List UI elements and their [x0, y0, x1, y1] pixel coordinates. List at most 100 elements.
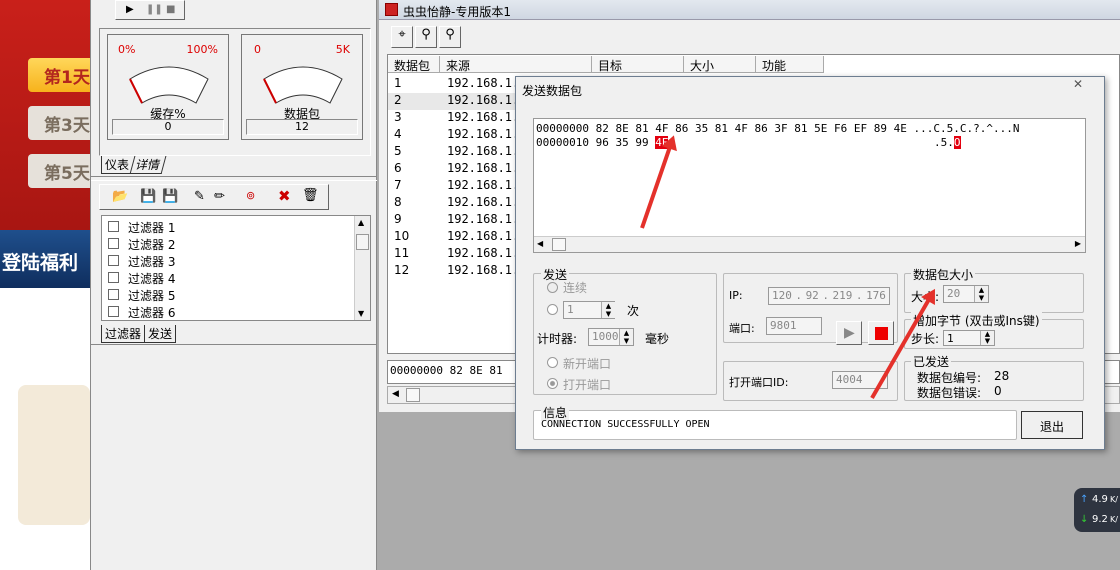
filter-label: 过滤器 3 — [128, 255, 176, 269]
ascii-selected-char[interactable]: O — [953, 136, 961, 149]
filter-checkbox[interactable] — [108, 289, 119, 300]
edit-icon[interactable]: ✎ — [194, 189, 205, 204]
ascii-line-2: .5.O — [934, 136, 961, 149]
filter-checkbox[interactable] — [108, 238, 119, 249]
row-number: 10 — [394, 229, 410, 243]
tab-send[interactable]: 发送 — [144, 325, 177, 343]
filter-item[interactable]: 过滤器 2 — [102, 235, 352, 252]
save-as-icon[interactable]: 💾 — [162, 189, 178, 204]
gauge-max: 5K — [335, 43, 350, 56]
new-port-radio[interactable] — [547, 357, 558, 368]
port-label: 端口: — [729, 322, 755, 335]
filter-item[interactable]: 过滤器 4 — [102, 269, 352, 286]
size-spinner[interactable]: ▲ ▼ — [974, 286, 988, 302]
hex-bytes: 00000010 96 35 99 — [536, 136, 656, 149]
filter-label: 过滤器 6 — [128, 306, 176, 320]
column-header-target[interactable]: 目标 — [592, 56, 684, 73]
open-port-id-label: 打开端口ID: — [729, 376, 789, 389]
timer-unit: 毫秒 — [645, 332, 670, 346]
ip-octet[interactable]: 120 — [772, 289, 792, 303]
gauge-min: 0% — [118, 43, 136, 56]
hex-scrollbar[interactable]: ◀ ▶ — [534, 236, 1085, 252]
open-port-radio[interactable] — [547, 378, 558, 389]
continuous-label: 连续 — [563, 281, 588, 295]
scroll-left-icon[interactable]: ◀ — [537, 239, 543, 248]
filter-item[interactable]: 过滤器 1 — [102, 218, 352, 235]
exit-button[interactable]: 退出 — [1021, 411, 1083, 439]
column-header-function[interactable]: 功能 — [756, 56, 824, 73]
count-radio[interactable] — [547, 304, 558, 315]
scroll-thumb[interactable] — [552, 238, 566, 251]
filter-checkbox[interactable] — [108, 221, 119, 232]
divider — [91, 176, 377, 181]
pause-icon[interactable]: ❚❚ — [146, 4, 163, 15]
row-number: 3 — [394, 110, 402, 124]
filter-item[interactable]: 过滤器 3 — [102, 252, 352, 269]
step-spinner[interactable]: ▲ ▼ — [980, 331, 994, 345]
row-source: 192.168.1. — [447, 178, 520, 192]
row-number: 9 — [394, 212, 402, 226]
gauge-dial-icon — [263, 66, 343, 104]
ip-octet[interactable]: 92 — [806, 289, 819, 303]
ip-input[interactable]: 120. 92. 219. 176 — [768, 287, 890, 305]
filter-checkbox[interactable] — [108, 255, 119, 266]
scroll-thumb[interactable] — [356, 234, 369, 250]
info-text: CONNECTION SUCCESSFULLY OPEN — [541, 419, 710, 430]
tab-filters[interactable]: 过滤器 — [101, 325, 145, 343]
pencil-icon[interactable]: ✏ — [214, 189, 225, 204]
filter-checkbox[interactable] — [108, 306, 119, 317]
hex-editor[interactable]: 00000000 82 8E 81 4F 86 35 81 4F 86 3F 8… — [533, 118, 1086, 253]
top-tabs: 仪表 详情 — [101, 156, 167, 174]
search-icon[interactable]: ⚲ — [415, 26, 437, 48]
trash-icon[interactable]: 🗑 — [302, 188, 319, 203]
scroll-right-icon[interactable]: ▶ — [1075, 239, 1081, 248]
scroll-down-icon[interactable]: ▼ — [358, 309, 364, 318]
port-input[interactable]: 9801 — [766, 317, 822, 335]
sent-label: 已发送 — [911, 353, 952, 370]
window-title: 虫虫怡静-专用版本1 — [403, 5, 511, 19]
capture-icon[interactable]: ⌖ — [391, 26, 413, 48]
upload-arrow-icon: ↑ — [1080, 494, 1089, 505]
on-icon[interactable]: ⊚ — [246, 189, 255, 202]
send-stop-button[interactable] — [868, 321, 894, 345]
step-label: 步长: — [911, 332, 940, 346]
tab-details[interactable]: 详情 — [129, 156, 167, 174]
buffer-gauge: 0% 100% 缓存% 0 — [107, 34, 229, 140]
timer-spinner[interactable]: ▲ ▼ — [619, 329, 633, 345]
column-header-packet[interactable]: 数据包 — [388, 56, 440, 73]
ip-octet[interactable]: 219 — [833, 289, 853, 303]
send-play-button[interactable]: ▶ — [836, 321, 862, 345]
network-speed-widget: ↑ 4.9 K/ ↓ 9.2 K/ — [1074, 488, 1120, 532]
filter-scrollbar[interactable]: ▲ ▼ — [354, 216, 370, 320]
filter-label: 过滤器 4 — [128, 272, 176, 286]
filter-checkbox[interactable] — [108, 272, 119, 283]
download-unit: K/ — [1110, 515, 1118, 524]
column-header-size[interactable]: 大小 — [684, 56, 756, 73]
day-1-card[interactable]: 第1天 — [28, 58, 90, 92]
scroll-thumb[interactable] — [406, 388, 420, 402]
filter-item[interactable]: 过滤器 6 — [102, 303, 352, 320]
close-icon[interactable]: ✕ — [1056, 77, 1100, 95]
save-icon[interactable]: 💾 — [140, 189, 156, 204]
open-folder-icon[interactable]: 📂 — [112, 189, 128, 204]
continuous-radio[interactable] — [547, 282, 558, 293]
column-header-source[interactable]: 来源 — [440, 56, 592, 73]
day-5-card[interactable]: 第5天 — [28, 154, 90, 188]
packet-gauge: 0 5K 数据包 12 — [241, 34, 363, 140]
scroll-left-icon[interactable]: ◀ — [392, 389, 399, 399]
search-next-icon[interactable]: ⚲ — [439, 26, 461, 48]
filter-item[interactable]: 过滤器 5 — [102, 286, 352, 303]
play-icon[interactable]: ▶ — [126, 4, 134, 15]
tab-gauges[interactable]: 仪表 — [101, 156, 133, 174]
filter-items: 过滤器 1 过滤器 2 过滤器 3 过滤器 4 过滤器 5 过滤器 6 — [102, 218, 352, 320]
row-source: 192.168.1. — [447, 212, 520, 226]
day-3-card[interactable]: 第3天 — [28, 106, 90, 140]
ip-octet[interactable]: 176 — [866, 289, 886, 303]
row-source: 192.168.1. — [447, 229, 520, 243]
count-spinner[interactable]: ▲ ▼ — [601, 302, 615, 318]
filter-label: 过滤器 5 — [128, 289, 176, 303]
scroll-up-icon[interactable]: ▲ — [358, 218, 364, 227]
row-number: 5 — [394, 144, 402, 158]
stop-icon[interactable]: ■ — [166, 4, 175, 15]
delete-icon[interactable]: ✖ — [278, 187, 291, 205]
